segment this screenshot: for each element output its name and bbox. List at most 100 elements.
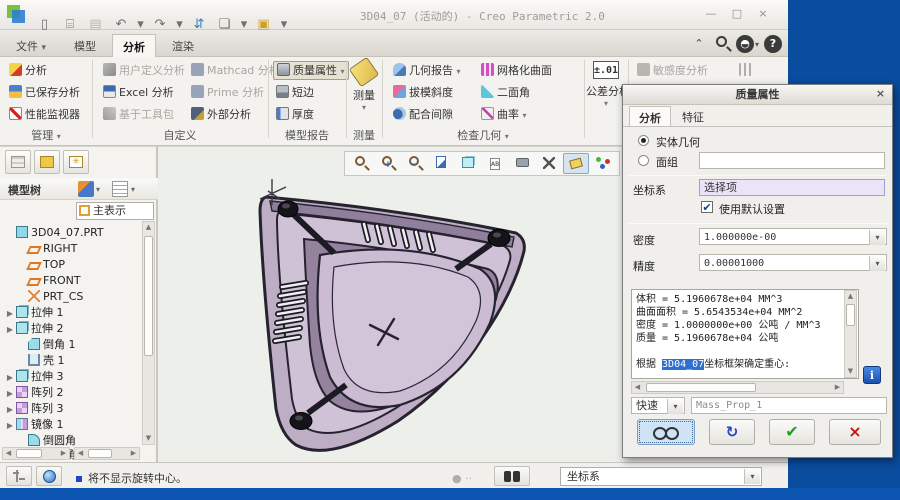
analysis-button[interactable]: 分析 — [6, 62, 50, 81]
tree-item-pattern-2[interactable]: ▶阵列 2 — [4, 385, 64, 401]
navtab-favorites[interactable]: ✳ — [63, 150, 89, 174]
info-button[interactable]: i — [863, 366, 881, 384]
tree-item-mirror-1[interactable]: ▶镜像 1 — [4, 417, 64, 433]
expand-icon[interactable]: ▶ — [4, 370, 16, 385]
disabled-ribbon-icon-button[interactable] — [736, 62, 758, 81]
account-dropdown-icon[interactable]: ▾ — [755, 40, 759, 49]
scrollbar-thumb[interactable] — [88, 449, 112, 458]
collapse-ribbon-button[interactable]: ⌃ — [690, 35, 708, 53]
spin-center-button[interactable] — [590, 153, 616, 174]
dialog-tab-feature[interactable]: 特征 — [673, 106, 713, 127]
close-button[interactable]: × — [752, 6, 774, 22]
quick-mode-dropdown[interactable]: 快速 ▾ — [631, 397, 685, 414]
saved-analysis-button[interactable]: 已保存分析 — [6, 84, 83, 103]
accuracy-combobox[interactable]: 0.00001000 ▾ — [699, 254, 887, 271]
performance-monitor-button[interactable]: 性能监视器 — [6, 106, 83, 125]
scroll-left-icon[interactable]: ◀ — [75, 448, 86, 459]
tree-item-extrude-3[interactable]: ▶拉伸 3 — [4, 369, 64, 385]
dialog-tab-analysis[interactable]: 分析 — [629, 106, 671, 127]
repeat-button[interactable]: ↻ — [709, 419, 755, 445]
selection-filter-dropdown-icon[interactable]: ▾ — [744, 469, 760, 484]
tree-item-extrude-2[interactable]: ▶拉伸 2 — [4, 321, 64, 337]
scroll-left-icon[interactable]: ◀ — [3, 448, 14, 459]
ok-button[interactable]: ✔ — [769, 419, 815, 445]
tab-file[interactable]: 文件 ▾ — [6, 34, 56, 57]
expand-icon[interactable]: ▶ — [4, 402, 16, 417]
use-default-checkbox[interactable]: ✔ — [701, 201, 713, 213]
tree-settings-button[interactable] — [112, 181, 128, 197]
navtab-model-tree[interactable] — [5, 150, 31, 174]
selection-filter-dropdown[interactable]: 坐标系 ▾ — [560, 467, 762, 486]
expand-icon[interactable]: ▶ — [4, 306, 16, 321]
prime-analysis-button[interactable]: Prime 分析 — [188, 84, 267, 103]
dialog-title-bar[interactable]: 质量属性 — [623, 85, 892, 105]
thickness-button[interactable]: 厚度 — [273, 106, 317, 125]
toolkit-based-button[interactable]: 基于工具包 — [100, 106, 177, 125]
expand-icon[interactable]: ▶ — [4, 418, 16, 433]
creo-logo-icon[interactable] — [6, 4, 26, 24]
density-combobox[interactable]: 1.000000e-00 ▾ — [699, 228, 887, 245]
tree-horizontal-scrollbar[interactable]: ◀ ▶ — [2, 447, 70, 460]
scroll-up-icon[interactable]: ▲ — [845, 291, 856, 302]
tree-item-pattern-3[interactable]: ▶阵列 3 — [4, 401, 64, 417]
datum-display-button[interactable] — [536, 153, 562, 174]
preview-button[interactable] — [637, 419, 695, 445]
user-defined-analysis-button[interactable]: 用户定义分析 — [100, 62, 188, 81]
results-horizontal-scrollbar[interactable]: ◀ ▶ — [631, 381, 844, 394]
curvature-button[interactable]: 曲率 ▾ — [478, 106, 530, 125]
scroll-left-icon[interactable]: ◀ — [632, 382, 643, 393]
csys-collector-field[interactable]: 选择项 — [699, 179, 885, 196]
scrollbar-thumb[interactable] — [16, 449, 42, 458]
scrollbar-thumb[interactable] — [846, 304, 855, 326]
restore-button[interactable]: □ — [726, 6, 748, 22]
tree-filters-dropdown-icon[interactable]: ▾ — [96, 185, 100, 194]
tree-item-shell-1[interactable]: 壳 1 — [16, 353, 65, 369]
quilt-collector-field[interactable] — [699, 152, 885, 169]
analysis-name-field[interactable]: Mass_Prop_1 — [691, 397, 887, 414]
zoom-in-button[interactable]: + — [374, 153, 400, 174]
browser-button[interactable] — [36, 466, 62, 486]
mesh-surface-button[interactable]: 网格化曲面 — [478, 62, 555, 81]
scroll-down-icon[interactable]: ▼ — [845, 366, 856, 377]
short-edge-button[interactable]: 短边 — [273, 84, 317, 103]
group-manage[interactable]: 管理 ▾ — [0, 127, 92, 143]
scrollbar-thumb[interactable] — [646, 383, 756, 392]
zoom-out-button[interactable]: − — [401, 153, 427, 174]
tree-item-csys[interactable]: PRT_CS — [16, 289, 83, 305]
tab-model[interactable]: 模型 — [64, 34, 106, 57]
scroll-up-icon[interactable]: ▲ — [143, 222, 154, 233]
tree-item-top-plane[interactable]: TOP — [16, 257, 65, 273]
clearance-button[interactable]: 配合间隙 — [390, 106, 456, 125]
results-vertical-scrollbar[interactable]: ▲ ▼ — [844, 290, 857, 378]
annotation-display-button[interactable] — [563, 153, 589, 174]
density-dropdown-icon[interactable]: ▾ — [869, 230, 885, 245]
refit-button[interactable] — [347, 153, 373, 174]
account-button[interactable]: ◓ — [736, 35, 754, 53]
tree-filters-button[interactable] — [78, 181, 94, 197]
scroll-right-icon[interactable]: ▶ — [832, 382, 843, 393]
tolerance-analysis-button[interactable]: ±.01 公差分析 ▾ — [586, 61, 626, 108]
search-button[interactable] — [712, 35, 730, 53]
repaint-button[interactable] — [428, 153, 454, 174]
find-button[interactable] — [494, 466, 530, 486]
tree-horizontal-scrollbar-2[interactable]: ◀ ▶ — [74, 447, 140, 460]
measure-button[interactable]: 测量 ▾ — [347, 61, 381, 112]
tree-item-part[interactable]: 3D04_07.PRT — [4, 225, 104, 241]
tree-item-chamfer-1[interactable]: 倒角 1 — [16, 337, 76, 353]
help-button[interactable]: ? — [764, 35, 782, 53]
navtab-folder-browser[interactable] — [34, 150, 60, 174]
dihedral-angle-button[interactable]: 二面角 — [478, 84, 533, 103]
expand-icon[interactable]: ▶ — [4, 322, 16, 337]
solid-geometry-radio[interactable] — [638, 135, 649, 146]
minimize-button[interactable]: — — [700, 6, 722, 22]
tree-vertical-scrollbar[interactable]: ▲ ▼ — [142, 221, 155, 445]
sensitivity-analysis-button[interactable]: 敏感度分析 — [634, 62, 711, 81]
quilt-radio[interactable] — [638, 155, 649, 166]
accuracy-dropdown-icon[interactable]: ▾ — [869, 256, 885, 271]
tree-item-extrude-1[interactable]: ▶拉伸 1 — [4, 305, 64, 321]
mass-properties-button[interactable]: 质量属性 ▾ — [273, 61, 349, 80]
saved-views-button[interactable]: AB — [482, 153, 508, 174]
view-capture-button[interactable] — [509, 153, 535, 174]
scroll-right-icon[interactable]: ▶ — [128, 448, 139, 459]
tree-item-front-plane[interactable]: FRONT — [16, 273, 81, 289]
